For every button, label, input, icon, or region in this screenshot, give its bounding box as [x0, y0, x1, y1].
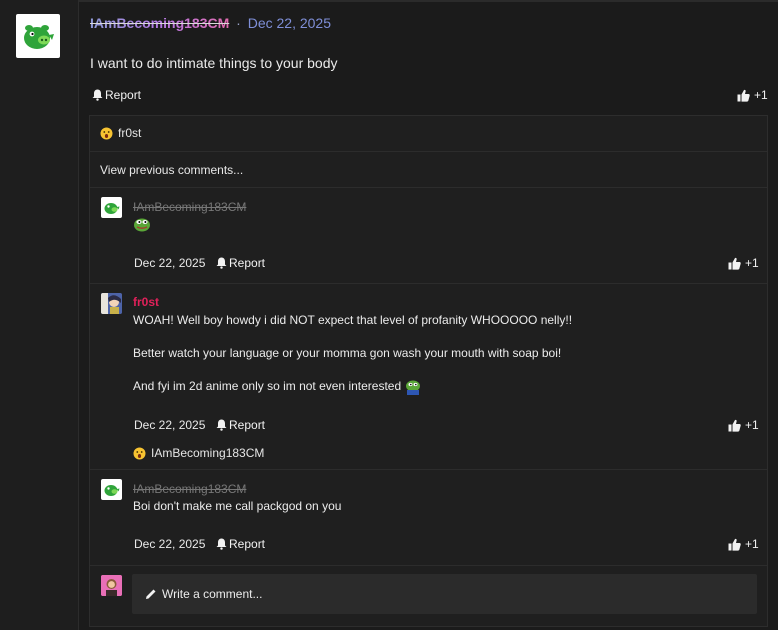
- like-count: +1: [745, 418, 759, 432]
- thumbs-up-icon: [728, 419, 741, 432]
- reaction-username[interactable]: IAmBecoming183CM: [151, 446, 264, 460]
- comments-section: fr0st View previous comments... IAmBecom…: [89, 115, 768, 627]
- bell-icon: [92, 89, 103, 101]
- comment-like-button[interactable]: +1: [728, 418, 759, 432]
- comment-report-button[interactable]: Report: [216, 256, 265, 270]
- pepe-emoji: [133, 216, 151, 235]
- anime-avatar-icon: [101, 293, 122, 314]
- green-pig-avatar-icon: [104, 203, 120, 214]
- write-comment-input[interactable]: Write a comment...: [132, 574, 757, 614]
- post-date[interactable]: Dec 22, 2025: [248, 15, 331, 31]
- report-label: Report: [229, 418, 266, 432]
- comment-text-line: WOAH! Well boy howdy i did NOT expect th…: [133, 313, 573, 327]
- reaction-username[interactable]: fr0st: [118, 126, 141, 140]
- thumbs-up-icon: [728, 538, 741, 551]
- comment-author-avatar[interactable]: [101, 293, 122, 314]
- comment-text-line: Better watch your language or your momma…: [133, 346, 562, 360]
- divider: [90, 469, 767, 470]
- report-label: Report: [229, 537, 266, 551]
- top-divider: [0, 0, 778, 2]
- post-like-button[interactable]: +1: [737, 88, 768, 102]
- comment-date[interactable]: Dec 22, 2025: [134, 537, 205, 551]
- bell-icon: [216, 538, 227, 550]
- pepe-emoji-icon: [134, 218, 150, 232]
- comment-date[interactable]: Dec 22, 2025: [134, 418, 205, 432]
- post-header: IAmBecoming183CM · Dec 22, 2025: [90, 15, 331, 31]
- current-user-avatar[interactable]: [101, 575, 122, 596]
- comment-text: Boi don't make me call packgod on you: [133, 499, 342, 513]
- like-count: +1: [754, 88, 768, 102]
- divider: [90, 187, 767, 188]
- post-author-avatar[interactable]: [16, 14, 60, 58]
- surprised-emoji-icon: [133, 447, 146, 459]
- bell-icon: [216, 257, 227, 269]
- comment-author-avatar[interactable]: [101, 197, 122, 218]
- green-pig-avatar-icon: [24, 25, 54, 49]
- comment-author-name[interactable]: fr0st: [133, 295, 159, 309]
- comment-text-line: And fyi im 2d anime only so im not even …: [133, 379, 422, 395]
- post-author-name[interactable]: IAmBecoming183CM: [90, 15, 229, 31]
- user-avatar-icon: [101, 575, 122, 596]
- view-previous-comments-link[interactable]: View previous comments...: [100, 163, 243, 177]
- green-pig-avatar-icon: [104, 485, 120, 496]
- comment-author-name[interactable]: IAmBecoming183CM: [133, 200, 246, 214]
- divider: [90, 283, 767, 284]
- divider: [90, 151, 767, 152]
- post-report-button[interactable]: Report: [92, 88, 141, 102]
- comment-date[interactable]: Dec 22, 2025: [134, 256, 205, 270]
- like-count: +1: [745, 537, 759, 551]
- header-separator: ·: [236, 15, 241, 31]
- left-rail: [0, 0, 79, 630]
- comment-author-name[interactable]: IAmBecoming183CM: [133, 482, 246, 496]
- report-label: Report: [105, 88, 142, 102]
- thumbs-up-icon: [728, 257, 741, 270]
- report-label: Report: [229, 256, 266, 270]
- post-body: I want to do intimate things to your bod…: [90, 55, 338, 71]
- write-comment-placeholder: Write a comment...: [162, 587, 263, 601]
- comment-reaction-row: IAmBecoming183CM: [133, 446, 264, 460]
- comment-text: And fyi im 2d anime only so im not even …: [133, 379, 402, 394]
- surprised-emoji-icon: [100, 127, 113, 139]
- comment-report-button[interactable]: Report: [216, 418, 265, 432]
- pencil-icon: [146, 589, 156, 599]
- pepe-emoji-icon: [406, 380, 421, 395]
- bell-icon: [216, 419, 227, 431]
- comment-like-button[interactable]: +1: [728, 537, 759, 551]
- divider: [90, 565, 767, 566]
- comment-like-button[interactable]: +1: [728, 256, 759, 270]
- comment-author-avatar[interactable]: [101, 479, 122, 500]
- reaction-row: fr0st: [100, 126, 141, 140]
- comment-report-button[interactable]: Report: [216, 537, 265, 551]
- thumbs-up-icon: [737, 89, 750, 102]
- like-count: +1: [745, 256, 759, 270]
